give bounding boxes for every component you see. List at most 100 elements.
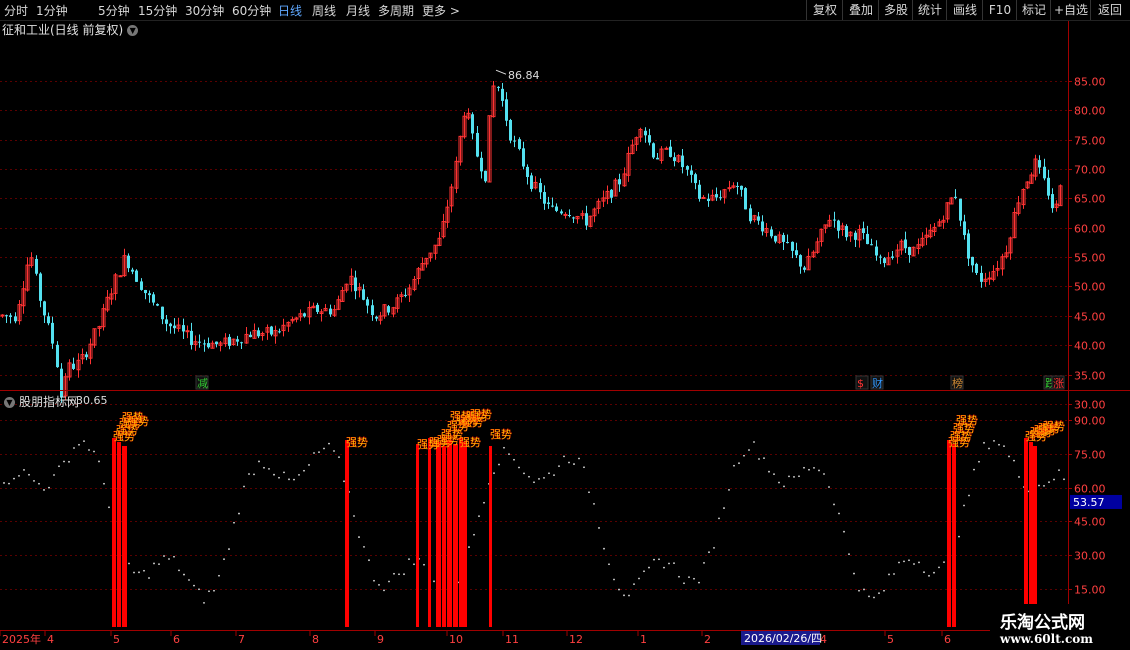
chevron-down-icon[interactable]: ▼ bbox=[4, 397, 15, 408]
period-tab-5min[interactable]: 5分钟 bbox=[98, 2, 130, 19]
period-tab-more[interactable]: 更多 > bbox=[422, 2, 460, 19]
back-button[interactable]: 返回 bbox=[1090, 0, 1129, 20]
indicator-dot bbox=[643, 570, 645, 573]
signal-bar bbox=[489, 446, 492, 627]
indicator-dot bbox=[83, 440, 85, 443]
candle-body bbox=[791, 241, 794, 251]
signal-label: 强势 bbox=[127, 415, 149, 428]
candle-body bbox=[509, 119, 512, 141]
indicator-dot bbox=[828, 486, 830, 488]
signal-bar bbox=[1033, 446, 1037, 627]
indicator-dot bbox=[68, 460, 70, 463]
indicator-dot bbox=[733, 464, 735, 467]
candle-body bbox=[975, 263, 978, 273]
mark-button[interactable]: 标记 bbox=[1016, 0, 1051, 20]
indicator-dot bbox=[213, 589, 215, 592]
period-tab-60min[interactable]: 60分钟 bbox=[232, 2, 271, 19]
time-axis-label: 10 bbox=[449, 633, 463, 646]
period-tab-fenshi[interactable]: 分时 bbox=[4, 2, 28, 19]
period-tab-30min[interactable]: 30分钟 bbox=[185, 2, 224, 19]
candle-body bbox=[555, 206, 558, 211]
candle-body bbox=[568, 214, 571, 216]
f10-button[interactable]: F10 bbox=[982, 0, 1017, 20]
indicator-dot bbox=[483, 501, 485, 504]
chevron-down-icon[interactable]: ▼ bbox=[127, 25, 139, 36]
candle-body bbox=[963, 221, 966, 236]
draw-line-button[interactable]: 画线 bbox=[946, 0, 983, 20]
indicator-title[interactable]: ▼ 股朋指标网 bbox=[4, 393, 79, 410]
price-tick-label: 65.00 bbox=[1074, 193, 1106, 206]
candle-body bbox=[165, 319, 168, 324]
indicator-dot bbox=[308, 464, 310, 466]
candlestick-series[interactable] bbox=[0, 81, 1063, 403]
indicator-dot bbox=[23, 469, 25, 471]
indicator-dot bbox=[258, 460, 260, 463]
candle-body bbox=[803, 267, 806, 270]
indicator-dot bbox=[588, 491, 590, 494]
candle-body bbox=[375, 316, 378, 319]
indicator-dot bbox=[563, 455, 565, 458]
candle-body bbox=[257, 330, 260, 337]
candle-body bbox=[551, 205, 554, 207]
indicator-dot bbox=[683, 582, 685, 585]
period-tab-daily[interactable]: 日线 bbox=[278, 2, 302, 19]
indicator-dot bbox=[648, 566, 650, 569]
indicator-dot bbox=[658, 558, 660, 561]
indicator-dot bbox=[48, 486, 50, 489]
indicator-dot bbox=[803, 466, 805, 469]
period-tab-monthly[interactable]: 月线 bbox=[346, 2, 370, 19]
period-tab-multi[interactable]: 多周期 bbox=[378, 2, 414, 19]
candle-body bbox=[501, 88, 504, 101]
event-marker-3: 榜 bbox=[952, 376, 963, 390]
period-tab-weekly[interactable]: 周线 bbox=[312, 2, 336, 19]
indicator-dot bbox=[193, 584, 195, 587]
overlay-button[interactable]: 叠加 bbox=[842, 0, 879, 20]
candle-body bbox=[1038, 160, 1041, 168]
indicator-dot bbox=[313, 452, 315, 454]
indicator-dot bbox=[838, 512, 840, 515]
indicator-dot bbox=[148, 577, 150, 579]
indicator-dot bbox=[538, 478, 540, 480]
candle-body bbox=[518, 139, 521, 149]
indicator-dot bbox=[303, 469, 305, 472]
period-tab-15min[interactable]: 15分钟 bbox=[138, 2, 177, 19]
indicator-dot bbox=[773, 473, 775, 476]
indicator-dot bbox=[413, 563, 415, 566]
candle-body bbox=[715, 194, 718, 198]
period-tab-1min[interactable]: 1分钟 bbox=[36, 2, 68, 19]
indicator-dot bbox=[248, 473, 250, 475]
indicator-dot bbox=[433, 580, 435, 583]
candle-body bbox=[585, 213, 588, 226]
indicator-dot bbox=[943, 561, 945, 564]
main-chart-title[interactable]: 征和工业(日线 前复权) ▼ bbox=[2, 21, 139, 38]
stock-chart[interactable]: 强势强势强势强势强势强势 强势强势强势强势强势强势强势强势强势强势强势强势强势强势… bbox=[0, 0, 1130, 650]
candle-body bbox=[891, 256, 894, 258]
candle-body bbox=[182, 325, 185, 332]
restore-rights-button[interactable]: 复权 bbox=[806, 0, 843, 20]
signal-label: 强势 bbox=[459, 436, 481, 449]
candle-body bbox=[681, 155, 684, 168]
time-axis-label: 2025年 bbox=[2, 632, 41, 646]
indicator-dot bbox=[273, 473, 275, 476]
signal-bar bbox=[463, 442, 467, 627]
candle-body bbox=[757, 216, 760, 221]
indicator-dot bbox=[698, 581, 700, 584]
indicator-dot bbox=[1048, 481, 1050, 484]
candle-body bbox=[799, 255, 802, 267]
multi-stock-button[interactable]: 多股 bbox=[878, 0, 913, 20]
candle-body bbox=[795, 250, 798, 256]
indicator-dot bbox=[93, 450, 95, 453]
indicator-dot bbox=[253, 473, 255, 476]
high-arrow bbox=[495, 69, 507, 75]
add-watchlist-button[interactable]: +自选 bbox=[1050, 0, 1091, 20]
candle-body bbox=[480, 157, 483, 172]
current-value-label: 53.57 bbox=[1073, 496, 1105, 509]
indicator-dot bbox=[1018, 476, 1020, 478]
indicator-dot bbox=[88, 449, 90, 451]
indicator-dot bbox=[388, 580, 390, 583]
indicator-dot bbox=[513, 458, 515, 461]
time-axis-label: 8 bbox=[312, 633, 319, 646]
candle-body bbox=[656, 157, 659, 160]
statistics-button[interactable]: 统计 bbox=[912, 0, 947, 20]
candle-body bbox=[14, 316, 17, 322]
